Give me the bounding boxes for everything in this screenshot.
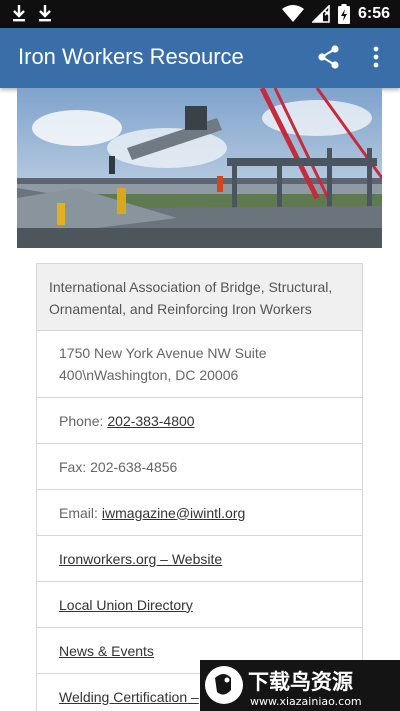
battery-charging-icon (337, 4, 350, 24)
phone-label: Phone: (59, 412, 104, 429)
website-row: Ironworkers.org – Website (37, 536, 362, 582)
watermark-overlay: 下载鸟资源 www.xiazainiao.com (200, 660, 400, 711)
address-text: 1750 New York Avenue NW Suite 400\nWashi… (59, 345, 267, 383)
overflow-menu-button[interactable] (364, 44, 388, 70)
local-union-directory-row: Local Union Directory (37, 582, 362, 628)
phone-row: Phone: 202-383-4800 (37, 398, 362, 444)
signal-icon (311, 5, 330, 23)
status-bar: 6:56 (0, 0, 400, 28)
card-header: International Association of Bridge, Str… (37, 264, 362, 331)
email-link[interactable]: iwmagazine@iwintl.org (102, 505, 245, 521)
app-title: Iron Workers Resource (18, 44, 244, 69)
local-union-directory-link[interactable]: Local Union Directory (59, 597, 193, 613)
download-icon (13, 5, 25, 22)
status-time: 6:56 (357, 5, 390, 22)
welding-certification-link[interactable]: Welding Certification – (59, 689, 199, 705)
address-row: 1750 New York Avenue NW Suite 400\nWashi… (37, 331, 362, 398)
more-vertical-icon (373, 46, 379, 68)
union-info-card: International Association of Bridge, Str… (36, 263, 363, 711)
wifi-icon (281, 5, 304, 22)
website-link[interactable]: Ironworkers.org – Website (59, 551, 222, 567)
fax-row: Fax: 202-638-4856 (37, 444, 362, 490)
download-icon (39, 5, 51, 22)
email-row: Email: iwmagazine@iwintl.org (37, 490, 362, 536)
share-icon (318, 45, 339, 69)
watermark-url: www.xiazainiao.com (250, 695, 362, 708)
news-events-link[interactable]: News & Events (59, 643, 154, 659)
email-label: Email: (59, 504, 98, 521)
watermark-title: 下载鸟资源 (248, 670, 353, 694)
phone-link[interactable]: 202-383-4800 (107, 413, 194, 429)
fax-text: Fax: 202-638-4856 (59, 458, 178, 475)
watermark-logo: 下载鸟资源 www.xiazainiao.com (205, 666, 362, 708)
hero-image (17, 88, 382, 248)
app-bar: Iron Workers Resource (0, 28, 400, 88)
share-button[interactable] (316, 44, 342, 70)
